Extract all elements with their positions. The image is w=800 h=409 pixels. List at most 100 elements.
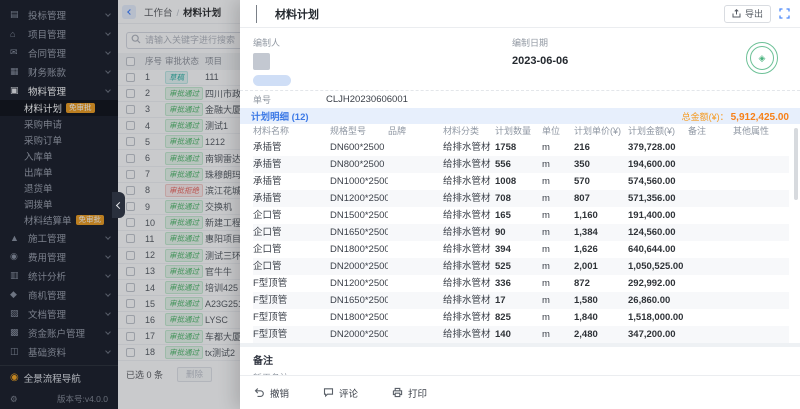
remark-label: 备注 [253, 352, 787, 367]
cell [733, 207, 789, 224]
material-detail-table: 材料名称规格型号品牌材料分类计划数量单位计划单价(¥)计划金额(¥)备注其他属性… [253, 124, 789, 343]
chevron-left-icon [116, 201, 123, 208]
cell [733, 292, 789, 309]
sidebar-collapse-handle[interactable] [112, 192, 125, 218]
plan-detail-count: 计划明细 (12) [251, 109, 309, 123]
cell: 140 [495, 326, 542, 343]
cell [688, 139, 733, 156]
app-window: ▤投标管理 ⌂项目管理 ✉合同管理 ▦财务账款 ▣物料管理 材料计划免审批 采购… [0, 0, 800, 409]
cell: 企口管 [253, 207, 330, 224]
cell [388, 156, 443, 173]
cell: m [542, 139, 574, 156]
cell [388, 173, 443, 190]
cell: 给排水管材 [443, 241, 495, 258]
cell: 640,644.00 [628, 241, 688, 258]
cell: 给排水管材 [443, 173, 495, 190]
cell: 承插管 [253, 190, 330, 207]
cell: 90 [495, 224, 542, 241]
cell: 571,356.00 [628, 190, 688, 207]
cell: 574,560.00 [628, 173, 688, 190]
cell: DN1800*2500 [330, 241, 388, 258]
print-button[interactable]: 打印 [392, 386, 427, 400]
table-row[interactable]: 企口管DN1650*2500给排水管材90m1,384124,560.00 [253, 224, 789, 241]
cell: m [542, 173, 574, 190]
table-row[interactable]: 承插管DN1000*2500给排水管材1008m570574,560.00 [253, 173, 789, 190]
comment-button[interactable]: 评论 [323, 386, 358, 400]
cell: 570 [574, 173, 628, 190]
drawer-scrollbar[interactable] [794, 128, 798, 200]
comment-icon [323, 387, 334, 398]
table-row[interactable]: 承插管DN800*2500给排水管材556m350194,600.00 [253, 156, 789, 173]
undo-button[interactable]: 撤销 [254, 386, 289, 400]
drawer-title: 材料计划 [275, 6, 724, 22]
cell [688, 258, 733, 275]
drawer-back-button[interactable] [250, 1, 261, 27]
cell: DN1800*2500 [330, 309, 388, 326]
cell: m [542, 275, 574, 292]
cell: 394 [495, 241, 542, 258]
export-button[interactable]: 导出 [724, 5, 771, 23]
cell [733, 224, 789, 241]
table-row[interactable]: 企口管DN2000*2500给排水管材525m2,0011,050,525.00 [253, 258, 789, 275]
table-row[interactable]: F型顶管DN1800*2500给排水管材825m1,8401,518,000.0… [253, 309, 789, 326]
cell: 给排水管材 [443, 190, 495, 207]
cell: 191,400.00 [628, 207, 688, 224]
order-no-value: CLJH20230606001 [326, 94, 408, 105]
cell [688, 309, 733, 326]
cell: 2,480 [574, 326, 628, 343]
undo-icon [254, 387, 265, 398]
table-row[interactable]: F型顶管DN2000*2500给排水管材140m2,480347,200.00 [253, 326, 789, 343]
cell [688, 292, 733, 309]
cell: 194,600.00 [628, 156, 688, 173]
cell: 给排水管材 [443, 207, 495, 224]
date-value: 2023-06-06 [512, 55, 568, 67]
cell [688, 224, 733, 241]
cell: 379,728.00 [628, 139, 688, 156]
creator-label: 编制人 [253, 36, 291, 49]
cell: DN1000*2500 [330, 173, 388, 190]
table-row[interactable]: F型顶管DN1200*2500给排水管材336m872292,992.00 [253, 275, 789, 292]
cell: m [542, 258, 574, 275]
table-row[interactable]: 企口管DN1800*2500给排水管材394m1,626640,644.00 [253, 241, 789, 258]
cell: 2,001 [574, 258, 628, 275]
cell: m [542, 292, 574, 309]
cell [733, 241, 789, 258]
cell: 17 [495, 292, 542, 309]
fullscreen-icon[interactable] [779, 8, 790, 19]
cell: 708 [495, 190, 542, 207]
cell [388, 309, 443, 326]
cell [388, 207, 443, 224]
table-row[interactable]: 企口管DN1500*2500给排水管材165m1,160191,400.00 [253, 207, 789, 224]
cell: 给排水管材 [443, 309, 495, 326]
table-row[interactable]: F型顶管DN1650*2500给排水管材17m1,58026,860.00 [253, 292, 789, 309]
table-header-row: 材料名称规格型号品牌材料分类计划数量单位计划单价(¥)计划金额(¥)备注其他属性 [253, 124, 789, 139]
cell: 350 [574, 156, 628, 173]
cell: F型顶管 [253, 309, 330, 326]
cell: 124,560.00 [628, 224, 688, 241]
cell: 给排水管材 [443, 326, 495, 343]
table-row[interactable]: 承插管DN1200*2500给排水管材708m807571,356.00 [253, 190, 789, 207]
cell [388, 224, 443, 241]
cell: m [542, 309, 574, 326]
table-row[interactable]: 承插管DN600*2500给排水管材1758m216379,728.00 [253, 139, 789, 156]
cell: 165 [495, 207, 542, 224]
cell: 企口管 [253, 258, 330, 275]
cell: DN1650*2500 [330, 224, 388, 241]
cell: DN1650*2500 [330, 292, 388, 309]
cell: 1,384 [574, 224, 628, 241]
cell: 216 [574, 139, 628, 156]
cell: 556 [495, 156, 542, 173]
cell: 承插管 [253, 139, 330, 156]
print-icon [392, 387, 403, 398]
cell: 给排水管材 [443, 258, 495, 275]
cell [733, 258, 789, 275]
cell: m [542, 190, 574, 207]
cell: 企口管 [253, 241, 330, 258]
cell [688, 241, 733, 258]
cell: 347,200.00 [628, 326, 688, 343]
cell: DN1200*2500 [330, 190, 388, 207]
approval-stamp-icon: ◈ [746, 42, 778, 74]
creator-name-redacted [253, 75, 291, 86]
cell: m [542, 224, 574, 241]
cell: 1,580 [574, 292, 628, 309]
